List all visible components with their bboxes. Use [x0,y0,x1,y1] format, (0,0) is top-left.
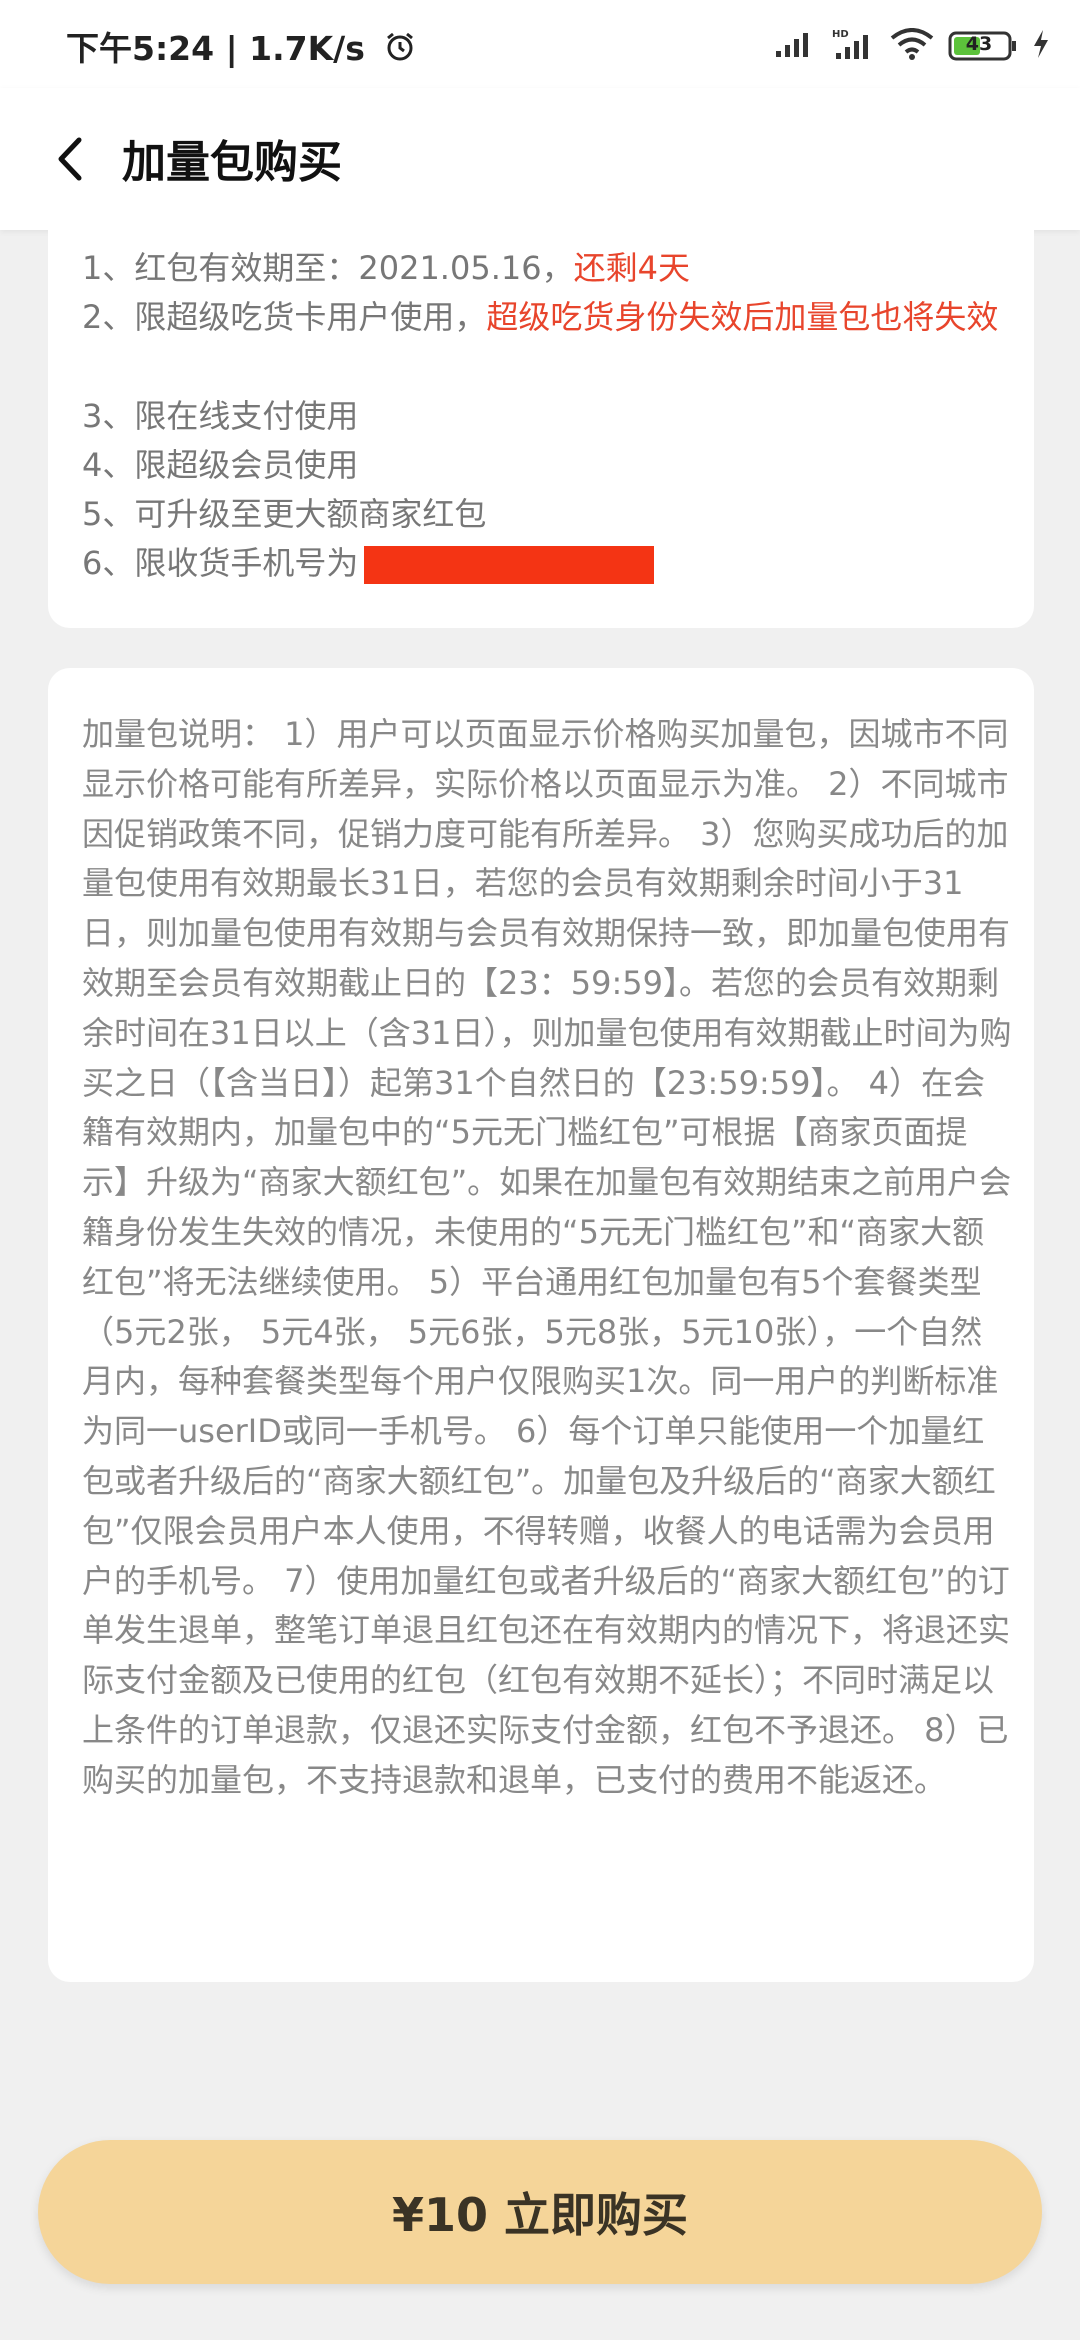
description-text: 加量包说明： 1）用户可以页面显示价格购买加量包，因城市不同显示价格可能有所差异… [82,715,1012,1799]
rule-6-text: 6、限收货手机号为 [82,544,359,582]
battery-level: 43 [965,33,993,55]
hd-signal-icon: HD [830,27,876,65]
status-bar: 下午5:24 | 1.7K/s HD 43 [0,0,1080,88]
rule-1-remaining: 还剩4天 [573,249,690,287]
rule-6: 6、限收货手机号为 [82,539,1012,588]
back-button[interactable] [40,124,100,194]
wifi-icon [890,28,934,64]
rule-4: 4、限超级会员使用 [82,446,359,484]
rule-5: 5、可升级至更大额商家红包 [82,495,487,533]
rule-1: 1、红包有效期至：2021.05.16，还剩4天 [82,244,1012,293]
svg-text:HD: HD [832,29,849,40]
description-card: 加量包说明： 1）用户可以页面显示价格购买加量包，因城市不同显示价格可能有所差异… [48,668,1034,1982]
rule-2-text: 2、限超级吃货卡用户使用， [82,298,487,336]
charging-icon [1032,28,1050,64]
chevron-left-icon [58,137,82,181]
battery-icon: 43 [948,30,1018,62]
buy-now-button[interactable]: ¥10 立即购买 [38,2140,1042,2284]
status-time-text: 下午5:24 | 1.7K/s [66,29,365,68]
rules-card: 1、红包有效期至：2021.05.16，还剩4天 2、限超级吃货卡用户使用，超级… [48,200,1034,628]
status-time: 下午5:24 | 1.7K/s [66,22,416,71]
rule-3: 3、限在线支付使用 [82,397,359,435]
page-title: 加量包购买 [122,137,342,188]
rule-2-warning: 超级吃货身份失效后加量包也将失效 [486,298,999,336]
rule-1-text: 1、红包有效期至：2021.05.16， [82,249,574,287]
signal-icon [774,29,816,63]
alarm-icon [384,31,416,71]
rule-2: 2、限超级吃货卡用户使用，超级吃货身份失效后加量包也将失效 [82,293,1012,342]
status-icons: HD 43 [774,26,1050,66]
buy-now-label: ¥10 立即购买 [391,2188,689,2242]
redacted-phone [364,546,655,584]
